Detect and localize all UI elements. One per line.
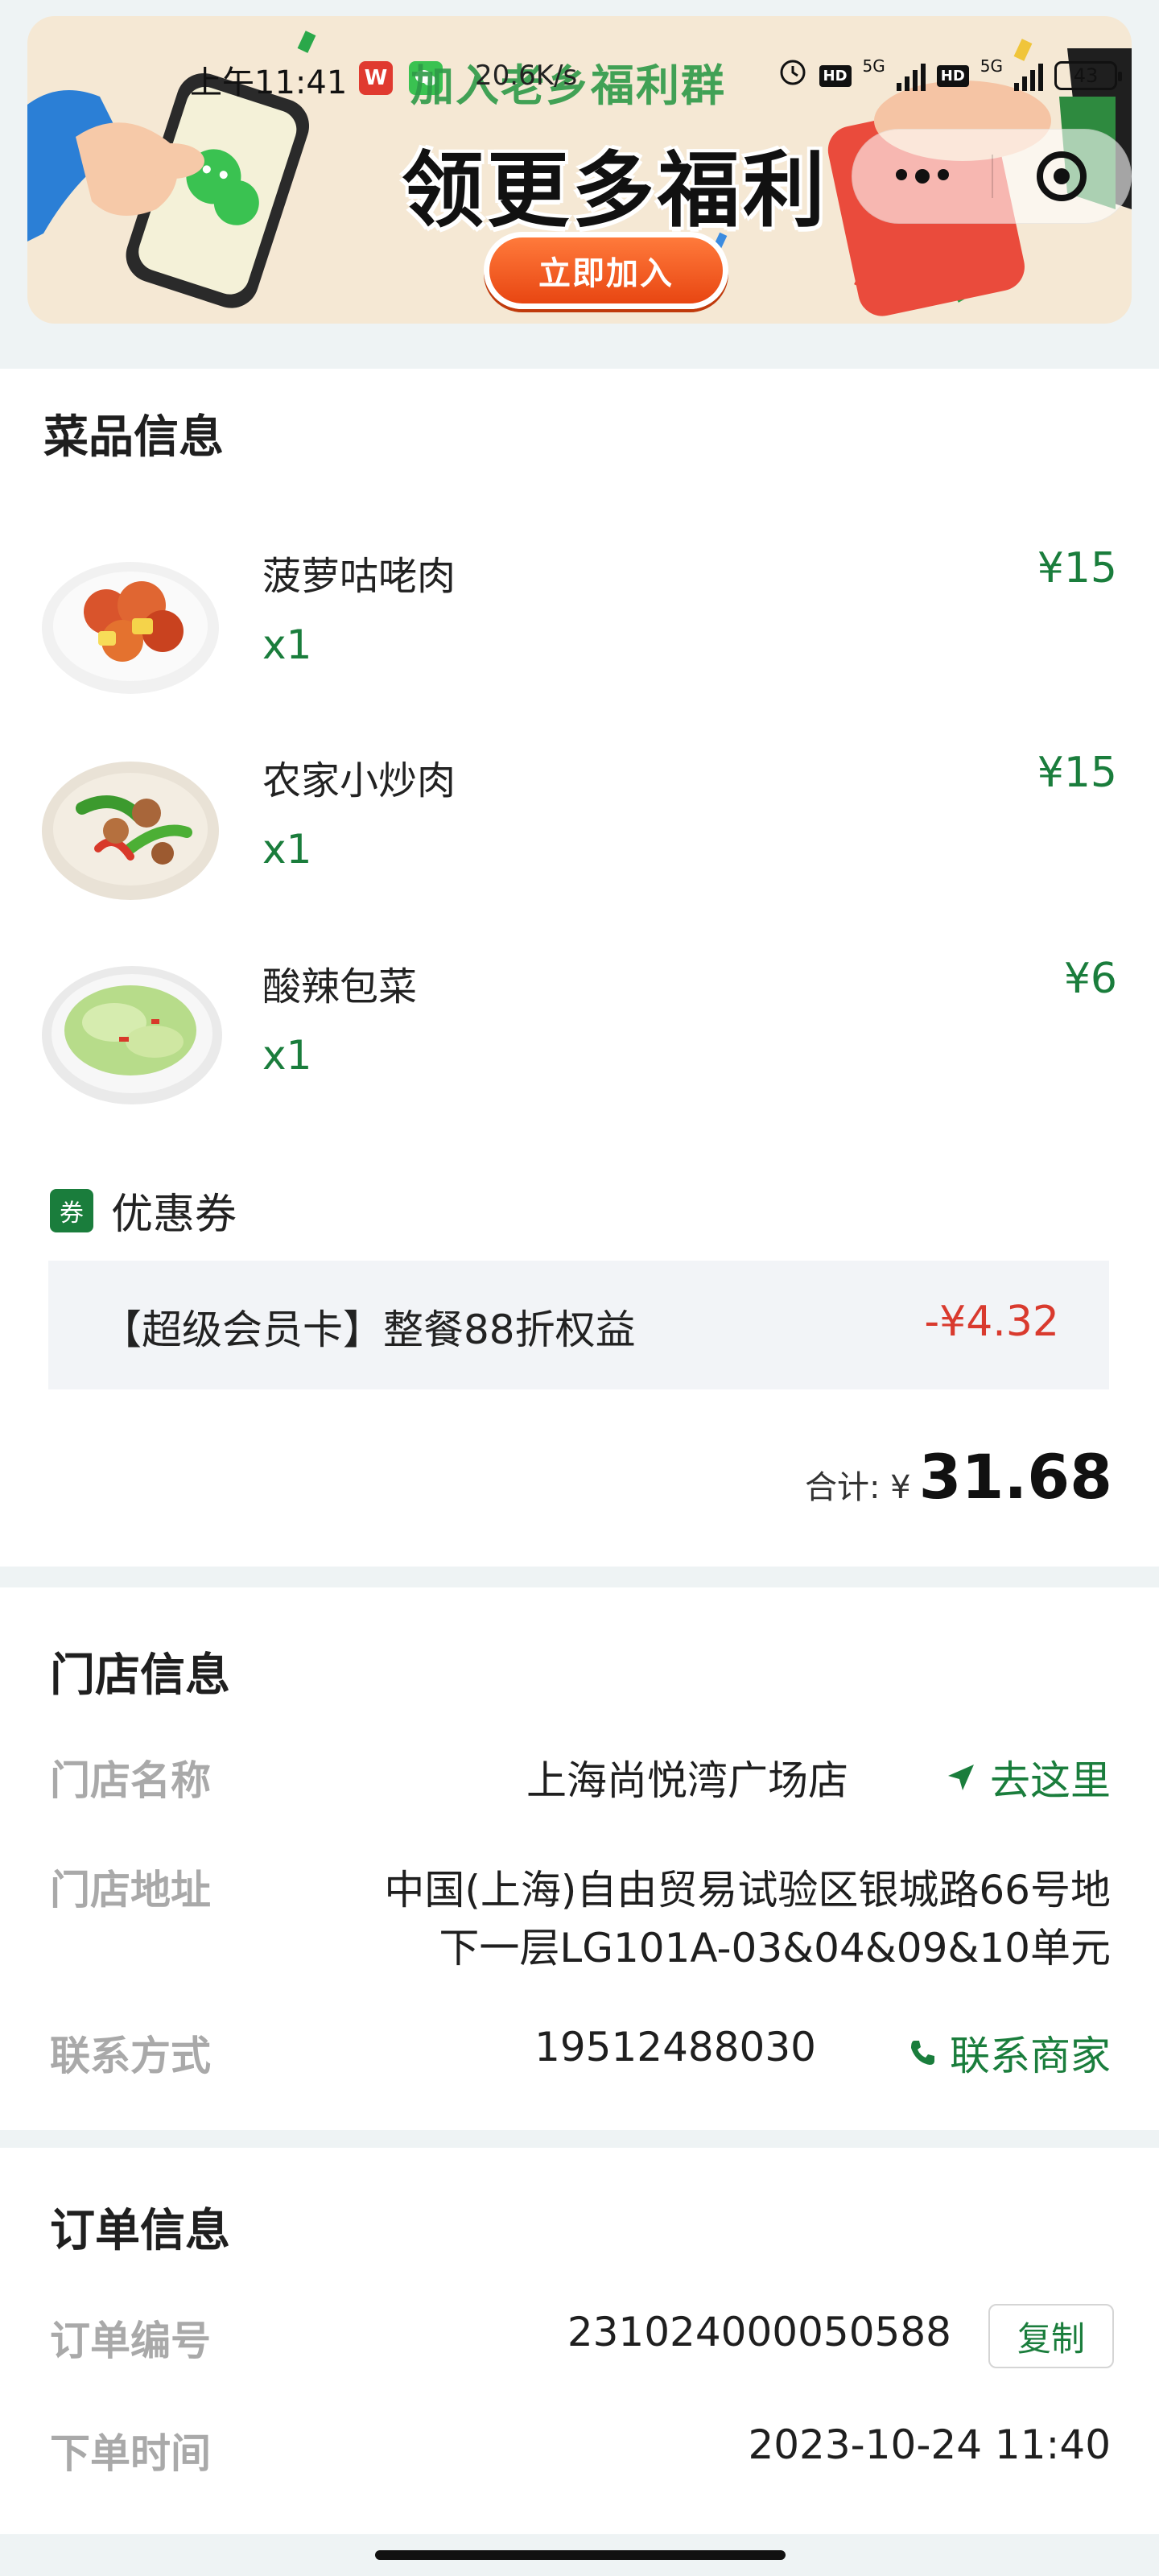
coupon-label: 优惠券 xyxy=(111,1191,237,1239)
contact-merchant-link[interactable]: 联系商家 xyxy=(908,2024,1111,2082)
order-total: 合计: ¥ 31.68 xyxy=(805,1441,1112,1513)
dish-image xyxy=(42,531,225,715)
status-bar: 上午11:41 W 加入老乡福利群 20.6K/s HD 5G HD 5G 43 xyxy=(0,50,1159,111)
copy-order-button[interactable]: 复制 xyxy=(988,2304,1114,2368)
dish-price: ¥6 xyxy=(1063,955,1117,1003)
home-indicator[interactable] xyxy=(375,2550,786,2560)
order-time-value: 2023-10-24 11:40 xyxy=(748,2421,1111,2468)
order-time-label: 下单时间 xyxy=(50,2430,211,2477)
store-title: 门店信息 xyxy=(50,1649,230,1702)
miniprogram-capsule xyxy=(852,129,1132,224)
store-phone: 19512488030 xyxy=(534,2024,816,2070)
total-label: 合计: ¥ xyxy=(804,1469,911,1506)
coupon-description: 【超级会员卡】整餐88折权益 xyxy=(101,1307,636,1353)
banner-headline: 领更多福利 xyxy=(402,143,828,239)
hd-badge: HD xyxy=(819,64,852,87)
store-address-label: 门店地址 xyxy=(50,1867,211,1913)
dish-image xyxy=(42,942,225,1125)
wps-icon: W xyxy=(359,61,393,95)
dish-price: ¥15 xyxy=(1037,749,1117,797)
signal-icon xyxy=(1014,60,1043,91)
more-icon[interactable] xyxy=(852,169,992,184)
phone-icon xyxy=(911,2041,934,2065)
status-icons: HD 5G HD 5G 43 xyxy=(777,56,1122,95)
coupon-discount: -¥4.32 xyxy=(924,1298,1059,1346)
dish-item: 菠萝咕咾肉 x1 ¥15 xyxy=(0,531,1159,715)
dish-item: 农家小炒肉 x1 ¥15 xyxy=(0,736,1159,919)
dish-quantity: x1 xyxy=(262,1032,312,1079)
store-card: 门店信息 门店名称 上海尚悦湾广场店 去这里 门店地址 中国(上海)自由贸易试验… xyxy=(0,1587,1159,2130)
dish-price: ¥15 xyxy=(1037,544,1117,592)
contact-merchant-label: 联系商家 xyxy=(950,2033,1111,2079)
navigate-label: 去这里 xyxy=(990,1757,1111,1804)
dish-quantity: x1 xyxy=(262,621,312,668)
close-miniprogram-icon[interactable] xyxy=(993,151,1131,201)
coupon-row: 【超级会员卡】整餐88折权益 -¥4.32 xyxy=(48,1261,1109,1389)
coupon-icon: 券 xyxy=(50,1188,93,1232)
order-number-label: 订单编号 xyxy=(50,2318,211,2364)
network-speed: 20.6K/s xyxy=(475,60,578,92)
order-title: 订单信息 xyxy=(50,2205,230,2257)
hd-badge: HD xyxy=(936,64,969,87)
join-now-button[interactable]: 立即加入 xyxy=(484,232,728,309)
store-address-line1: 中国(上海)自由贸易试验区银城路66号地 xyxy=(384,1867,1111,1913)
navigation-arrow-icon xyxy=(948,1765,974,1790)
network-type: 5G xyxy=(862,56,885,76)
store-name-label: 门店名称 xyxy=(50,1757,211,1804)
order-number-value: 231024000050588 xyxy=(567,2309,951,2355)
dish-image xyxy=(42,736,225,919)
signal-icon xyxy=(896,60,926,91)
dishes-title: 菜品信息 xyxy=(43,411,224,464)
dish-quantity: x1 xyxy=(262,826,312,873)
dish-name: 酸辣包菜 xyxy=(262,964,418,1009)
store-name-value: 上海尚悦湾广场店 xyxy=(526,1757,848,1804)
coupon-header: 券 优惠券 xyxy=(50,1180,237,1241)
navigate-link[interactable]: 去这里 xyxy=(945,1748,1111,1806)
dish-name: 菠萝咕咾肉 xyxy=(262,554,456,599)
dish-name: 农家小炒肉 xyxy=(262,758,456,803)
status-time: 上午11:41 xyxy=(190,64,348,101)
network-type: 5G xyxy=(980,56,1003,76)
store-address-line2: 下一层LG101A-03&04&09&10单元 xyxy=(439,1925,1111,1971)
contact-label: 联系方式 xyxy=(50,2033,211,2079)
battery-icon: 43 xyxy=(1054,61,1122,90)
order-card: 订单信息 订单编号 231024000050588 下单时间 2023-10-2… xyxy=(0,2148,1159,2534)
alarm-icon xyxy=(777,56,808,95)
total-value: 31.68 xyxy=(918,1441,1112,1513)
dish-item: 酸辣包菜 x1 ¥6 xyxy=(0,942,1159,1125)
